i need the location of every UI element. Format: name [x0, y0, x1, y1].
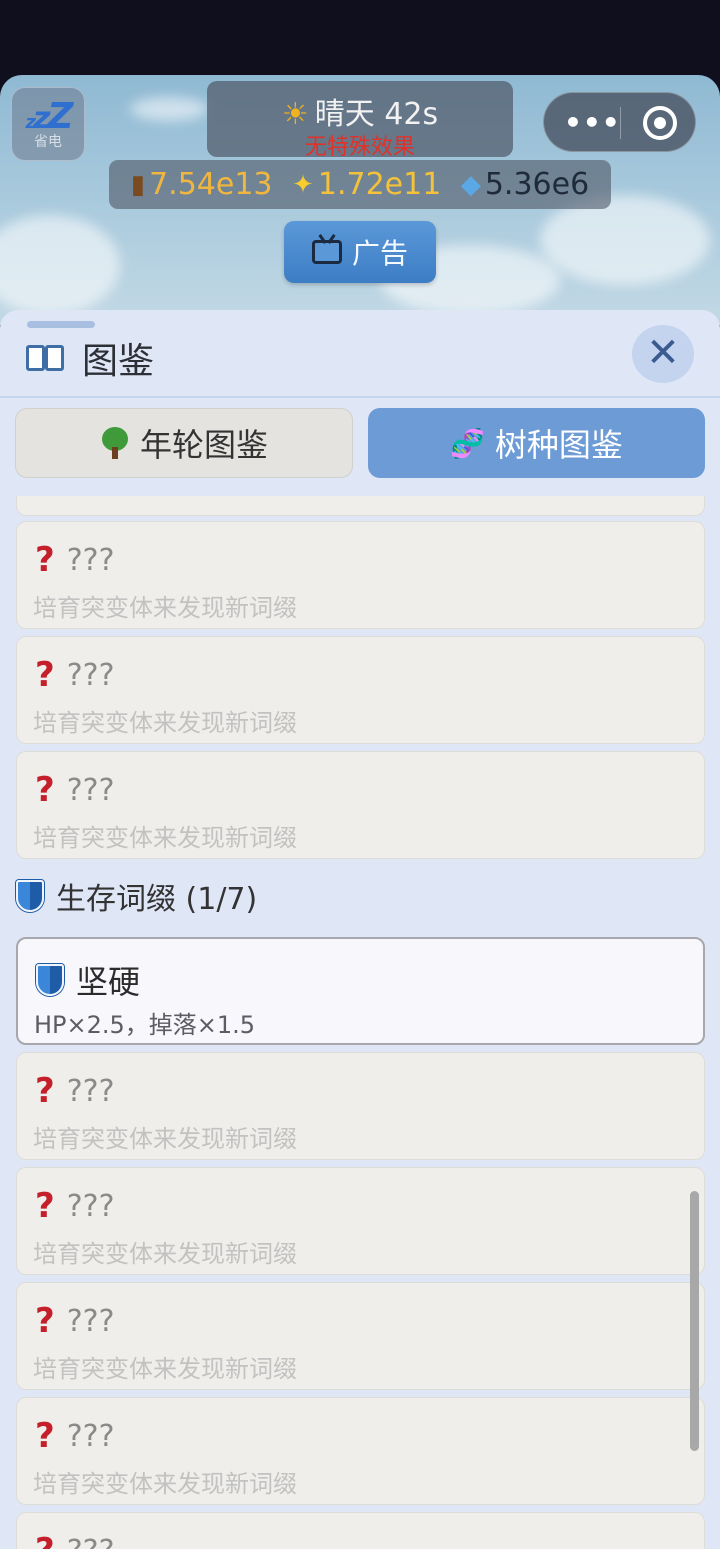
scrollbar[interactable] — [690, 1191, 699, 1451]
close-target-icon[interactable] — [643, 106, 677, 140]
list-item[interactable]: ???? 培育突变体来发现新词缀 — [16, 1167, 705, 1275]
item-name: ??? — [67, 1534, 115, 1549]
item-name: ??? — [66, 1188, 115, 1224]
wood-resource: ▮ 7.54e13 — [131, 167, 273, 202]
power-save-label: 省电 — [34, 134, 62, 150]
item-desc: 培育突变体来发现新词缀 — [33, 709, 297, 737]
wood-value: 7.54e13 — [149, 167, 273, 202]
shield-icon — [16, 880, 44, 912]
item-desc: 培育突变体来发现新词缀 — [33, 1125, 297, 1153]
log-icon: ▮ — [130, 169, 146, 200]
weather-effect: 无特殊效果 — [304, 135, 415, 160]
item-name: ??? — [66, 772, 115, 808]
question-icon: ? — [35, 770, 55, 810]
item-name: 坚硬 — [76, 963, 141, 1001]
question-icon: ? — [35, 1416, 55, 1456]
codex-sheet: 图鉴 ✕ 年轮图鉴 🧬 树种图鉴 ???? 培育突变体来发现新词缀 ???? 培… — [0, 310, 720, 1549]
sheet-title-text: 图鉴 — [82, 341, 155, 382]
tab-label: 树种图鉴 — [494, 426, 623, 464]
gem-value: 5.36e6 — [484, 167, 590, 202]
power-save-button[interactable]: zzZ 省电 — [11, 87, 85, 161]
close-icon: ✕ — [646, 330, 680, 376]
book-icon — [26, 341, 68, 375]
question-icon: ? — [35, 1071, 55, 1111]
ad-button-label: 广告 — [351, 237, 408, 270]
list-item[interactable]: ???? — [16, 1512, 705, 1549]
list-item[interactable]: ???? 培育突变体来发现新词缀 — [16, 1397, 705, 1505]
list-item-discovered[interactable]: 坚硬 HP×2.5，掉落×1.5 — [16, 937, 705, 1045]
shield-icon — [36, 964, 64, 996]
gem-resource: ◆ 5.36e6 — [461, 167, 589, 202]
tv-icon — [311, 240, 342, 264]
section-header: 生存词缀 (1/7) — [16, 874, 257, 918]
tab-ring-codex[interactable]: 年轮图鉴 — [15, 408, 353, 478]
list-item[interactable]: ???? 培育突变体来发现新词缀 — [16, 521, 705, 629]
tab-bar: 年轮图鉴 🧬 树种图鉴 — [15, 408, 705, 478]
list-item[interactable]: ???? 培育突变体来发现新词缀 — [16, 1282, 705, 1390]
item-name: ??? — [66, 657, 115, 693]
question-icon: ? — [35, 1301, 55, 1341]
question-icon: ? — [35, 1186, 55, 1226]
item-name: ??? — [66, 1073, 115, 1109]
capsule-divider — [620, 107, 621, 139]
drag-handle[interactable] — [27, 321, 95, 328]
section-title: 生存词缀 (1/7) — [56, 882, 258, 917]
item-desc: 培育突变体来发现新词缀 — [33, 1240, 297, 1268]
item-name: ??? — [66, 1303, 115, 1339]
ad-button[interactable]: 广告 — [284, 221, 436, 283]
more-icon[interactable]: ••• — [564, 106, 621, 139]
close-button[interactable]: ✕ — [632, 325, 694, 383]
game-scene: zzZ 省电 ☀ 晴天 42s 无特殊效果 ••• ▮ 7.54e13 ✦ 1.7… — [0, 75, 720, 325]
resource-bar: ▮ 7.54e13 ✦ 1.72e11 ◆ 5.36e6 — [109, 160, 611, 209]
gem-icon: ◆ — [460, 169, 481, 200]
question-icon: ? — [35, 1531, 55, 1549]
weather-name: 晴天 42s — [314, 97, 439, 132]
list-item[interactable] — [16, 496, 705, 516]
tab-label: 年轮图鉴 — [139, 426, 268, 464]
cloud — [130, 97, 208, 121]
sparkle-resource: ✦ 1.72e11 — [292, 167, 441, 202]
item-desc: 培育突变体来发现新词缀 — [33, 824, 297, 852]
miniprogram-capsule: ••• — [543, 92, 696, 152]
cloud — [0, 215, 120, 315]
list-item[interactable]: ???? 培育突变体来发现新词缀 — [16, 636, 705, 744]
item-desc: 培育突变体来发现新词缀 — [33, 1470, 297, 1498]
dna-icon: 🧬 — [450, 426, 485, 460]
sheet-header: 图鉴 ✕ — [0, 310, 720, 398]
item-desc: 培育突变体来发现新词缀 — [33, 1355, 297, 1383]
question-icon: ? — [35, 655, 55, 695]
item-desc: HP×2.5，掉落×1.5 — [34, 1011, 256, 1039]
tree-icon — [100, 427, 130, 459]
question-icon: ? — [35, 540, 55, 580]
sun-icon: ☀ — [281, 97, 309, 132]
sparkle-icon: ✦ — [292, 169, 314, 200]
item-desc: 培育突变体来发现新词缀 — [33, 594, 297, 622]
list-item[interactable]: ???? 培育突变体来发现新词缀 — [16, 751, 705, 859]
weather-panel: ☀ 晴天 42s 无特殊效果 — [207, 81, 513, 160]
list-item[interactable]: ???? 培育突变体来发现新词缀 — [16, 1052, 705, 1160]
item-name: ??? — [66, 1418, 115, 1454]
codex-list[interactable]: ???? 培育突变体来发现新词缀 ???? 培育突变体来发现新词缀 ???? 培… — [0, 496, 720, 1549]
item-name: ??? — [66, 542, 115, 578]
sheet-title: 图鉴 — [26, 332, 154, 384]
sparkle-value: 1.72e11 — [317, 167, 442, 202]
tab-species-codex[interactable]: 🧬 树种图鉴 — [368, 408, 705, 478]
